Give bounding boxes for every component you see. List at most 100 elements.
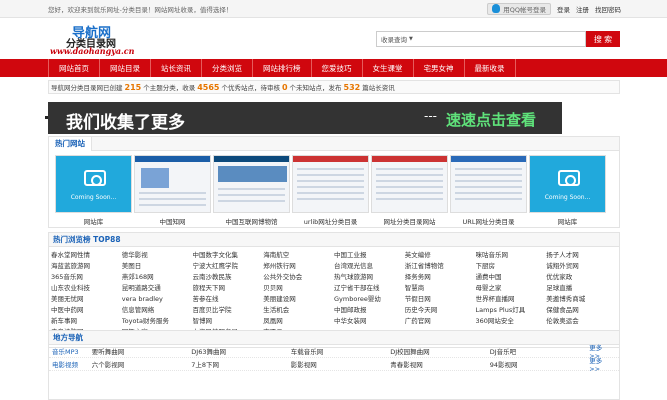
site-logo[interactable]: 导航网 分类目录网 www.daohangya.cn	[48, 22, 138, 56]
site-thumb[interactable]: urlib网址分类目录	[292, 155, 369, 226]
region-link[interactable]: DJ音乐吧	[490, 346, 589, 356]
hot-link[interactable]: 燕郊168网	[122, 272, 193, 282]
tab-hot-sites[interactable]: 热门网站	[49, 136, 92, 151]
hot-link[interactable]: 海蓝蓝旅游网	[51, 261, 122, 271]
hot-link[interactable]: 智博网	[193, 316, 264, 326]
nav-item[interactable]: 最新收录	[465, 59, 516, 77]
hot-link[interactable]: 伦敦奥运会	[546, 316, 617, 326]
hot-link[interactable]: 中国数字文化集	[193, 250, 264, 260]
hot-link[interactable]: 广药官网	[405, 316, 476, 326]
region-link[interactable]: 车载音乐网	[291, 346, 390, 356]
main-nav: 网站首页 网站目录 站长资讯 分类浏览 网站排行榜 您爱技巧 女生课堂 宅男女神…	[0, 59, 667, 77]
hot-link[interactable]: 浙江省博物馆	[405, 261, 476, 271]
search-input[interactable]: 收录查询 ▼	[376, 31, 586, 47]
site-thumb[interactable]: 网址分类目录网站	[371, 155, 448, 226]
site-thumb[interactable]: 中国知网	[134, 155, 211, 226]
hot-link[interactable]: 海南航空	[263, 250, 334, 260]
hot-link[interactable]: 苦参在线	[193, 294, 264, 304]
site-thumb[interactable]: Coming Soon... 网站库	[529, 155, 606, 226]
hot-link[interactable]: 中国工业报	[334, 250, 405, 260]
hot-link[interactable]: 智慧商	[405, 283, 476, 293]
hot-link[interactable]: 美丽建设网	[263, 294, 334, 304]
promo-banner[interactable]: 我们收集了更多 --- 速速点击查看	[45, 102, 562, 134]
region-row: 音乐MP3 要听舞曲网 DJ63舞曲网 车载音乐网 DJ校园舞曲网 DJ音乐吧 更多>>	[49, 344, 619, 360]
hot-link[interactable]: 美丽无忧网	[51, 294, 122, 304]
region-link[interactable]: 要听舞曲网	[92, 346, 191, 356]
hot-link[interactable]: 365音乐网	[51, 272, 122, 282]
login-link[interactable]: 登录	[557, 4, 570, 14]
hot-link[interactable]: 美邀博秀商城	[546, 294, 617, 304]
region-link[interactable]: 六个影视网	[92, 359, 191, 369]
site-thumb[interactable]: 中国互联网博物馆	[213, 155, 290, 226]
nav-item[interactable]: 站长资讯	[151, 59, 202, 77]
hot-link[interactable]: 凤凰网	[263, 316, 334, 326]
hot-link[interactable]: 美图日	[122, 261, 193, 271]
hot-link[interactable]: 热气球旅游网	[334, 272, 405, 282]
hot-link[interactable]: 云南沙教民族	[193, 272, 264, 282]
hot-link[interactable]: 台湾观光信息	[334, 261, 405, 271]
register-link[interactable]: 注册	[576, 4, 589, 14]
hot-link[interactable]: Toyota财务服务	[122, 316, 193, 326]
hot-link[interactable]: 郑州铁行网	[263, 261, 334, 271]
nav-item[interactable]: 女生课堂	[363, 59, 414, 77]
site-thumb[interactable]: Coming Soon... 网站库	[55, 155, 132, 226]
site-caption: 网站库	[83, 218, 104, 226]
hot-link[interactable]: 公共外交协会	[263, 272, 334, 282]
hot-link[interactable]: 母婴之家	[476, 283, 547, 293]
hot-link[interactable]: 中医中药网	[51, 305, 122, 315]
hot-link[interactable]: 德华影视	[122, 250, 193, 260]
region-link[interactable]: 青春影视网	[390, 359, 489, 369]
hot-link[interactable]: 中国邮政报	[334, 305, 405, 315]
region-category[interactable]: 音乐MP3	[52, 346, 92, 356]
hot-link[interactable]: 节假日网	[405, 294, 476, 304]
find-password-link[interactable]: 找回密码	[595, 4, 621, 14]
hot-link[interactable]: vera bradley	[122, 294, 193, 304]
hot-link[interactable]: 360网站安全	[476, 316, 547, 326]
search-button[interactable]: 搜 索	[586, 31, 620, 47]
hot-link[interactable]: 通费中国	[476, 272, 547, 282]
nav-item[interactable]: 宅男女神	[414, 59, 465, 77]
hot-link[interactable]: 宁波大红鹰学院	[193, 261, 264, 271]
region-category[interactable]: 电影视频	[52, 359, 92, 369]
hot-link[interactable]: Lamps Plus灯具	[476, 305, 547, 315]
hot-link[interactable]: 生活机会	[263, 305, 334, 315]
hot-link[interactable]: 山东农业科技	[51, 283, 122, 293]
nav-item[interactable]: 网站排行榜	[253, 59, 312, 77]
region-link[interactable]: 7上8下网	[191, 359, 290, 369]
hot-link[interactable]: 昆明道路交通	[122, 283, 193, 293]
hot-link[interactable]: 世界杯直播网	[476, 294, 547, 304]
hot-link[interactable]: 保健食品网	[546, 305, 617, 315]
nav-item[interactable]: 您爱技巧	[312, 59, 363, 77]
hot-link[interactable]: 百度贝比学院	[193, 305, 264, 315]
region-link[interactable]: DJ校园舞曲网	[390, 346, 489, 356]
hot-link[interactable]: 优优家政	[546, 272, 617, 282]
hot-link[interactable]: Gymboree婴幼	[334, 294, 405, 304]
qq-login-button[interactable]: 用QQ帐号登录	[487, 2, 551, 15]
hot-link[interactable]: 旅程天下网	[193, 283, 264, 293]
site-thumb[interactable]: URL网址分类目录	[450, 155, 527, 226]
hot-link[interactable]: 扬子人才网	[546, 250, 617, 260]
nav-item[interactable]: 网站首页	[48, 59, 100, 77]
search-scope-dropdown[interactable]: 收录查询	[381, 34, 407, 44]
more-link[interactable]: 更多>>	[589, 355, 619, 373]
hot-link[interactable]: 足球直播	[546, 283, 617, 293]
hot-link[interactable]: 择务务网	[405, 272, 476, 282]
hot-link[interactable]: 英文编修	[405, 250, 476, 260]
nav-item[interactable]: 分类浏览	[202, 59, 253, 77]
hot-link[interactable]: 春水堂网性情	[51, 250, 122, 260]
hot-link[interactable]: 中华女装网	[334, 316, 405, 326]
hot-link[interactable]: 历史今天网	[405, 305, 476, 315]
hot-link[interactable]: 贝贝网	[263, 283, 334, 293]
nav-item[interactable]: 网站目录	[100, 59, 151, 77]
hot-link[interactable]: 新车事网	[51, 316, 122, 326]
region-link[interactable]: DJ63舞曲网	[191, 346, 290, 356]
region-link[interactable]: 影影视网	[291, 359, 390, 369]
site-stats: 导航网分类目录网已创建 215 个主题分类，收录 4565 个优秀站点，待审核 …	[48, 80, 620, 94]
hot-link[interactable]: 下厨房	[476, 261, 547, 271]
hot-link[interactable]: 咪咕音乐网	[476, 250, 547, 260]
hot-link[interactable]: 辽宁省干部在线	[334, 283, 405, 293]
region-link[interactable]: 94影视网	[490, 359, 589, 369]
hot-link[interactable]: 信息管网络	[122, 305, 193, 315]
hot-link[interactable]: 诚翔外贸网	[546, 261, 617, 271]
site-caption: 中国互联网博物馆	[225, 218, 278, 226]
